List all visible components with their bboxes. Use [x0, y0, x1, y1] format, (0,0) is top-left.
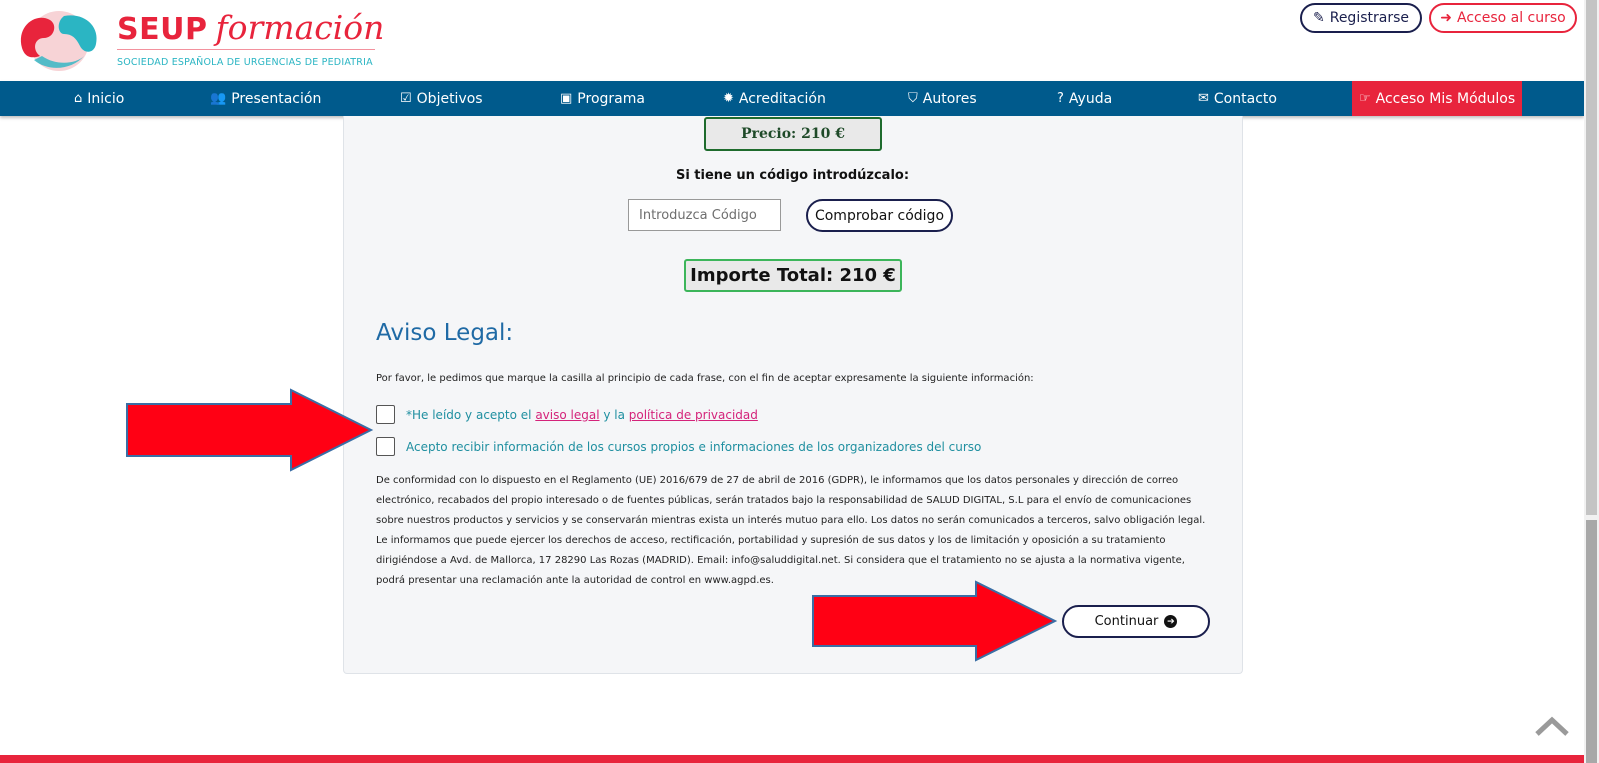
main-nav: ⌂ Inicio 👥 Presentación ☑ Objetivos ▣ Pr…: [0, 81, 1584, 116]
logo-wordmark[interactable]: SEUP formación: [117, 8, 384, 47]
legal-title: Aviso Legal:: [376, 320, 514, 346]
course-access-label: Acceso al curso: [1456, 10, 1566, 26]
annotation-arrow-icon: [812, 580, 1058, 662]
code-prompt: Si tiene un código introdúzcalo:: [675, 168, 910, 183]
accept-legal-prefix: *He leído y acepto el: [406, 407, 536, 422]
continue-button[interactable]: Continuar ➔: [1062, 605, 1210, 638]
home-icon: ⌂: [74, 91, 83, 106]
check-square-icon: ☑: [400, 91, 412, 106]
chevron-up-icon[interactable]: [1534, 714, 1570, 738]
nav-label: Inicio: [87, 90, 125, 107]
sign-in-icon: ➜: [1440, 10, 1452, 26]
register-button[interactable]: ✎ Registrarse: [1300, 3, 1422, 33]
accept-legal-row: *He leído y acepto el aviso legal y la p…: [376, 405, 758, 424]
envelope-icon: ✉: [1198, 91, 1209, 106]
logo-seup-text: SEUP: [117, 12, 208, 47]
logo-formacion-text: formación: [215, 8, 385, 47]
accept-legal-middle: y la: [599, 407, 629, 422]
nav-label: Contacto: [1213, 90, 1277, 107]
discount-code-input[interactable]: [628, 199, 781, 231]
nav-label: Autores: [922, 90, 977, 107]
shield-icon: ⛉: [908, 91, 918, 106]
price-box: Precio: 210 €: [704, 117, 882, 151]
continue-label: Continuar: [1094, 614, 1159, 629]
check-code-button[interactable]: Comprobar código: [806, 199, 953, 232]
arrow-circle-right-icon: ➔: [1164, 615, 1178, 628]
hand-point-right-icon: ☞: [1359, 91, 1371, 106]
site-header: SEUP formación SOCIEDAD ESPAÑOLA DE URGE…: [0, 0, 1584, 80]
nav-label: Objetivos: [416, 90, 483, 107]
accept-legal-text: *He leído y acepto el aviso legal y la p…: [406, 408, 758, 422]
accept-info-checkbox[interactable]: [376, 437, 395, 456]
annotation-arrow-icon: [126, 388, 374, 472]
accept-legal-checkbox[interactable]: [376, 405, 395, 424]
accept-info-row: Acepto recibir información de los cursos…: [376, 437, 981, 456]
register-label: Registrarse: [1329, 10, 1409, 26]
scrollbar-thumb[interactable]: [1586, 520, 1597, 763]
calendar-check-icon: ▣: [560, 91, 573, 106]
logo-subtitle: SOCIEDAD ESPAÑOLA DE URGENCIAS DE PEDIAT…: [117, 57, 373, 68]
nav-item-objetivos[interactable]: ☑ Objetivos: [400, 81, 483, 116]
nav-item-contacto[interactable]: ✉ Contacto: [1198, 81, 1277, 116]
nav-label: Programa: [577, 90, 645, 107]
nav-item-ayuda[interactable]: ? Ayuda: [1057, 81, 1112, 116]
nav-label: Presentación: [231, 90, 322, 107]
nav-item-inicio[interactable]: ⌂ Inicio: [74, 81, 124, 116]
nav-label: Acceso Mis Módulos: [1375, 90, 1516, 107]
gdpr-notice: De conformidad con lo dispuesto en el Re…: [376, 475, 1206, 586]
legal-intro: Por favor, le pedimos que marque la casi…: [376, 373, 1034, 384]
nav-label: Ayuda: [1068, 90, 1113, 107]
legal-notice-link[interactable]: aviso legal: [535, 408, 599, 422]
seup-logo-icon[interactable]: [14, 8, 104, 74]
question-circle-icon: ?: [1057, 91, 1064, 106]
nav-item-presentacion[interactable]: 👥 Presentación: [210, 81, 321, 116]
scrollbar-track-upper: [1586, 0, 1597, 515]
page-scrollbar[interactable]: [1584, 0, 1599, 763]
logo-divider: [117, 49, 375, 50]
users-icon: 👥: [210, 91, 227, 106]
nav-item-acreditacion[interactable]: ✹ Acreditación: [723, 81, 826, 116]
nav-item-mis-modulos[interactable]: ☞ Acceso Mis Módulos: [1352, 81, 1523, 116]
nav-item-autores[interactable]: ⛉ Autores: [908, 81, 977, 116]
certificate-icon: ✹: [723, 91, 734, 106]
accept-info-text: Acepto recibir información de los cursos…: [406, 439, 982, 454]
course-access-button[interactable]: ➜ Acceso al curso: [1429, 3, 1577, 33]
nav-label: Acreditación: [738, 90, 826, 107]
pencil-icon: ✎: [1312, 10, 1325, 26]
privacy-policy-link[interactable]: política de privacidad: [629, 408, 758, 422]
nav-item-programa[interactable]: ▣ Programa: [560, 81, 645, 116]
footer-bar: [0, 755, 1584, 763]
total-amount-box: Importe Total: 210 €: [684, 259, 902, 292]
